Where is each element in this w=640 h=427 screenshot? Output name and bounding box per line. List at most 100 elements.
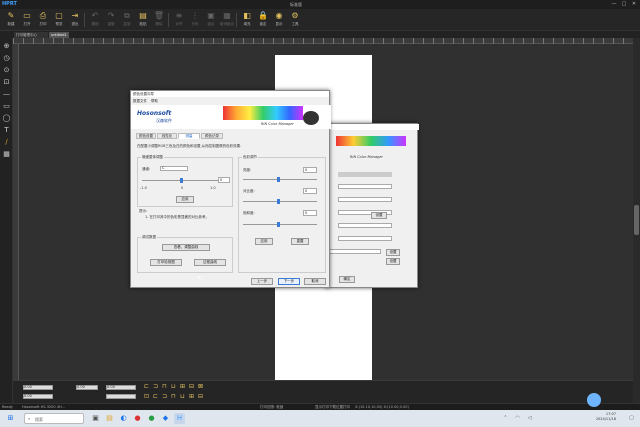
close-button[interactable]: ✕: [630, 1, 638, 8]
align-icon[interactable]: ⊞: [188, 393, 195, 400]
next-button[interactable]: 下一步: [278, 278, 300, 285]
toolbar-display-button[interactable]: ◉ 显示: [271, 10, 287, 30]
back-button[interactable]: 上一步: [251, 278, 273, 285]
tool-text-icon[interactable]: T: [2, 126, 11, 135]
toolbar-copy-button[interactable]: ⧉ 复制: [119, 10, 135, 30]
volume-icon[interactable]: ◁: [524, 413, 535, 424]
toolbar-group-button[interactable]: ▣ 组合: [203, 10, 219, 30]
toolbar-new-button[interactable]: ✎ 新建: [3, 10, 19, 30]
back-select-5[interactable]: [338, 236, 392, 241]
brightness-input[interactable]: 0: [303, 167, 317, 173]
assistant-bubble-icon[interactable]: [587, 393, 601, 407]
toolbar-undo-button[interactable]: ↶ 撤销: [87, 10, 103, 30]
channel-select[interactable]: C: [160, 166, 188, 171]
fine-apply-button[interactable]: 应用: [176, 196, 194, 203]
minimize-button[interactable]: —: [610, 1, 618, 8]
tray-icons[interactable]: ⌃: [500, 413, 511, 424]
tool-crop-icon[interactable]: ⊡: [2, 78, 11, 87]
tool-ellipse-icon[interactable]: ◯: [2, 114, 11, 123]
align-icon[interactable]: ⊓: [161, 383, 168, 390]
toolbar-fill-button[interactable]: ◧ 填充: [239, 10, 255, 30]
print-test-button[interactable]: 打印检测图: [150, 259, 182, 266]
tool-rectangle-icon[interactable]: ▭: [2, 102, 11, 111]
toolbar-ungroup-button[interactable]: ▦ 取消组合: [219, 10, 235, 30]
back-settings-button-2[interactable]: 设置: [386, 249, 400, 256]
edge-icon[interactable]: ◐: [118, 413, 129, 424]
prop-x-field[interactable]: 0.00: [23, 385, 53, 390]
task-view-icon[interactable]: ▣: [90, 413, 101, 424]
tab-color-settings[interactable]: 颜色设置: [136, 133, 156, 139]
toolbar-paste-button[interactable]: ▤ 粘贴: [135, 10, 151, 30]
align-icon[interactable]: ⊠: [197, 383, 204, 390]
prop-h-field[interactable]: 0.00: [106, 385, 136, 390]
contrast-slider-track[interactable]: [243, 201, 317, 202]
saturation-slider-track[interactable]: [243, 224, 317, 225]
view-curve-button[interactable]: 查看、调整曲线: [162, 244, 210, 251]
prop-w-field[interactable]: 0.00: [76, 385, 98, 390]
back-settings-button-1[interactable]: 设置: [371, 212, 387, 219]
toolbar-print-button[interactable]: ⎙ 打印: [35, 10, 51, 30]
toolbar-tools-button[interactable]: ⚙ 工具: [287, 10, 303, 30]
toolbar-redo-button[interactable]: ↷ 重做: [103, 10, 119, 30]
cancel-button[interactable]: 取消: [304, 278, 326, 285]
tab-color-log[interactable]: 颜色记录: [201, 133, 223, 139]
align-icon[interactable]: ⊞: [179, 383, 186, 390]
menu-data-file[interactable]: 数据文件: [133, 99, 147, 104]
scrollbar-thumb[interactable]: [634, 205, 639, 235]
app-icon-1[interactable]: ●: [132, 413, 143, 424]
app-icon-3[interactable]: ◆: [160, 413, 171, 424]
clock[interactable]: 17:07 2024/11/18: [596, 412, 616, 422]
back-select-6[interactable]: [326, 249, 381, 254]
toolbar-preview-button[interactable]: ▢ 预览: [51, 10, 67, 30]
prop-y-field[interactable]: 0.00: [23, 394, 53, 399]
tool-pen-icon[interactable]: ∕: [2, 138, 11, 147]
fine-value-input[interactable]: 0: [218, 177, 230, 183]
align-icon[interactable]: ⊓: [170, 393, 177, 400]
tool-select-icon[interactable]: ⊕: [2, 42, 11, 51]
toolbar-distribute-button[interactable]: ⋮ 分布: [187, 10, 203, 30]
color-apply-button[interactable]: 应用: [255, 238, 273, 245]
prop-angle-field[interactable]: [106, 394, 136, 399]
wifi-icon[interactable]: ◠: [512, 413, 523, 424]
align-icon[interactable]: ⊏: [152, 393, 159, 400]
tool-barcode-icon[interactable]: ▦: [2, 150, 11, 159]
align-icon[interactable]: ⊟: [188, 383, 195, 390]
taskbar-search[interactable]: ⌕ 搜索: [24, 413, 84, 424]
tab-linearization[interactable]: 线性化: [157, 133, 177, 139]
toolbar-lock-button[interactable]: 🔒 锁定: [255, 10, 271, 30]
saturation-slider-thumb[interactable]: [277, 222, 280, 227]
back-select-4[interactable]: [338, 223, 392, 228]
toolbar-delete-button[interactable]: 🗑 删除: [151, 10, 167, 30]
toolbar-align-button[interactable]: ≡ 对齐: [171, 10, 187, 30]
menu-help[interactable]: 帮助: [151, 99, 158, 104]
brightness-slider-thumb[interactable]: [277, 177, 280, 182]
hprt-app-icon[interactable]: H: [174, 413, 185, 424]
notification-icon[interactable]: ▢: [626, 413, 637, 424]
align-icon[interactable]: ⊏: [143, 383, 150, 390]
align-icon[interactable]: ⊔: [179, 393, 186, 400]
toolbar-open-button[interactable]: ▭ 打开: [19, 10, 35, 30]
maximize-button[interactable]: □: [620, 1, 628, 8]
app-icon-2[interactable]: ●: [146, 413, 157, 424]
align-icon[interactable]: ⊐: [152, 383, 159, 390]
file-explorer-icon[interactable]: ▤: [104, 413, 115, 424]
color-reset-button[interactable]: 重置: [291, 238, 309, 245]
back-select-1[interactable]: [338, 184, 392, 189]
saturation-input[interactable]: 0: [303, 210, 317, 216]
align-icon[interactable]: ⊟: [197, 393, 204, 400]
fine-slider-thumb[interactable]: [180, 178, 183, 183]
start-icon[interactable]: ⊞: [5, 413, 16, 424]
align-icon[interactable]: ⊐: [161, 393, 168, 400]
back-settings-button-3[interactable]: 设置: [386, 258, 400, 265]
tool-zoom-icon[interactable]: ⊙: [2, 66, 11, 75]
contrast-slider-thumb[interactable]: [277, 199, 280, 204]
align-icon[interactable]: ⊡: [143, 393, 150, 400]
align-icon[interactable]: ⊔: [170, 383, 177, 390]
brightness-slider-track[interactable]: [243, 179, 317, 180]
contrast-input[interactable]: 0: [303, 188, 317, 194]
back-select-2[interactable]: [338, 197, 392, 202]
tool-rotate-icon[interactable]: ◷: [2, 54, 11, 63]
toolbar-exit-button[interactable]: ⇥ 退出: [67, 10, 83, 30]
process-curve-button[interactable]: 过程曲线: [194, 259, 226, 266]
tool-line-icon[interactable]: —: [2, 90, 11, 99]
